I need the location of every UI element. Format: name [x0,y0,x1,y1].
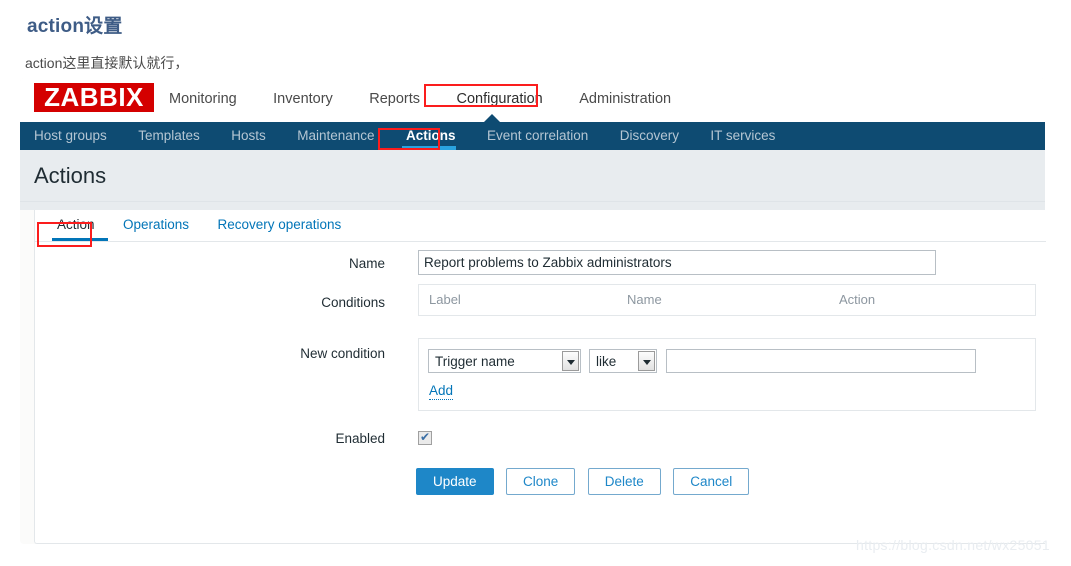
conditions-column-name: Name [627,292,662,307]
watermark: https://blog.csdn.net/wx25051 [856,537,1050,553]
cancel-button[interactable]: Cancel [673,468,750,495]
nav-item-hosts[interactable]: Hosts [229,122,268,150]
action-form-card: Action Operations Recovery operations Na… [34,210,1046,544]
condition-operator-select[interactable]: like [589,349,657,373]
label-name: Name [348,256,385,271]
name-input[interactable] [418,250,936,275]
new-condition-box: Trigger name like Add [418,338,1036,411]
update-button[interactable]: Update [416,468,494,495]
enabled-checkbox[interactable] [418,429,432,445]
tab-action[interactable]: Action [45,210,108,241]
chevron-down-icon[interactable] [562,351,579,371]
top-menu-item-configuration[interactable]: Configuration [454,88,546,110]
header-separator [20,201,1045,210]
top-header-bar: ZABBIX Monitoring Inventory Reports Conf… [20,78,1045,122]
zabbix-logo[interactable]: ZABBIX [34,83,154,112]
nav-item-event-correlation[interactable]: Event correlation [485,122,590,150]
action-form: Name Conditions Label Name Action [35,242,1046,510]
secondary-navigation-bar: Host groups Templates Hosts Maintenance … [20,122,1045,150]
label-enabled: Enabled [335,431,385,446]
condition-value-input[interactable] [666,349,976,373]
nav-item-it-services[interactable]: IT services [708,122,777,150]
tab-recovery-operations[interactable]: Recovery operations [205,210,353,240]
form-row-conditions: Conditions Label Name Action [35,276,1046,334]
top-menu-item-reports[interactable]: Reports [366,88,423,110]
screenshot-root: action设置 action这里直接默认就行， ZABBIX Monitori… [0,0,1071,566]
form-row-enabled: Enabled [35,422,1046,462]
nav-item-templates[interactable]: Templates [136,122,202,150]
conditions-table: Label Name Action [418,284,1036,316]
clone-button[interactable]: Clone [506,468,576,495]
condition-type-select[interactable]: Trigger name [428,349,581,373]
label-conditions: Conditions [321,295,385,310]
top-menu: Monitoring Inventory Reports Configurati… [166,88,700,112]
top-menu-item-administration[interactable]: Administration [576,88,674,110]
zabbix-application-window: ZABBIX Monitoring Inventory Reports Conf… [20,78,1046,544]
conditions-column-label: Label [429,292,461,307]
page-header-band: Actions [20,150,1045,201]
form-row-new-condition: New condition Trigger name like Add [35,334,1046,422]
page-title: Actions [34,163,107,188]
delete-button[interactable]: Delete [587,468,661,495]
nav-item-discovery[interactable]: Discovery [618,122,681,150]
tab-operations[interactable]: Operations [111,210,201,240]
top-menu-item-monitoring[interactable]: Monitoring [166,88,240,110]
label-new-condition: New condition [300,346,385,361]
form-row-name: Name [35,242,1046,276]
condition-operator-value: like [596,354,617,369]
top-menu-item-inventory[interactable]: Inventory [270,88,336,110]
active-menu-arrow-indicator [483,114,501,123]
blog-description: action这里直接默认就行， [25,55,189,71]
blog-heading: action设置 [27,16,123,37]
form-row-buttons: Update Clone Delete Cancel [35,462,1046,510]
nav-item-host-groups[interactable]: Host groups [32,122,109,150]
condition-type-value: Trigger name [435,354,515,369]
nav-item-maintenance[interactable]: Maintenance [295,122,376,150]
chevron-down-icon[interactable] [638,351,655,371]
add-condition-link[interactable]: Add [429,383,454,400]
conditions-column-action: Action [839,292,876,307]
form-button-group: Update Clone Delete Cancel [416,468,757,495]
tab-bar: Action Operations Recovery operations [35,210,1046,242]
